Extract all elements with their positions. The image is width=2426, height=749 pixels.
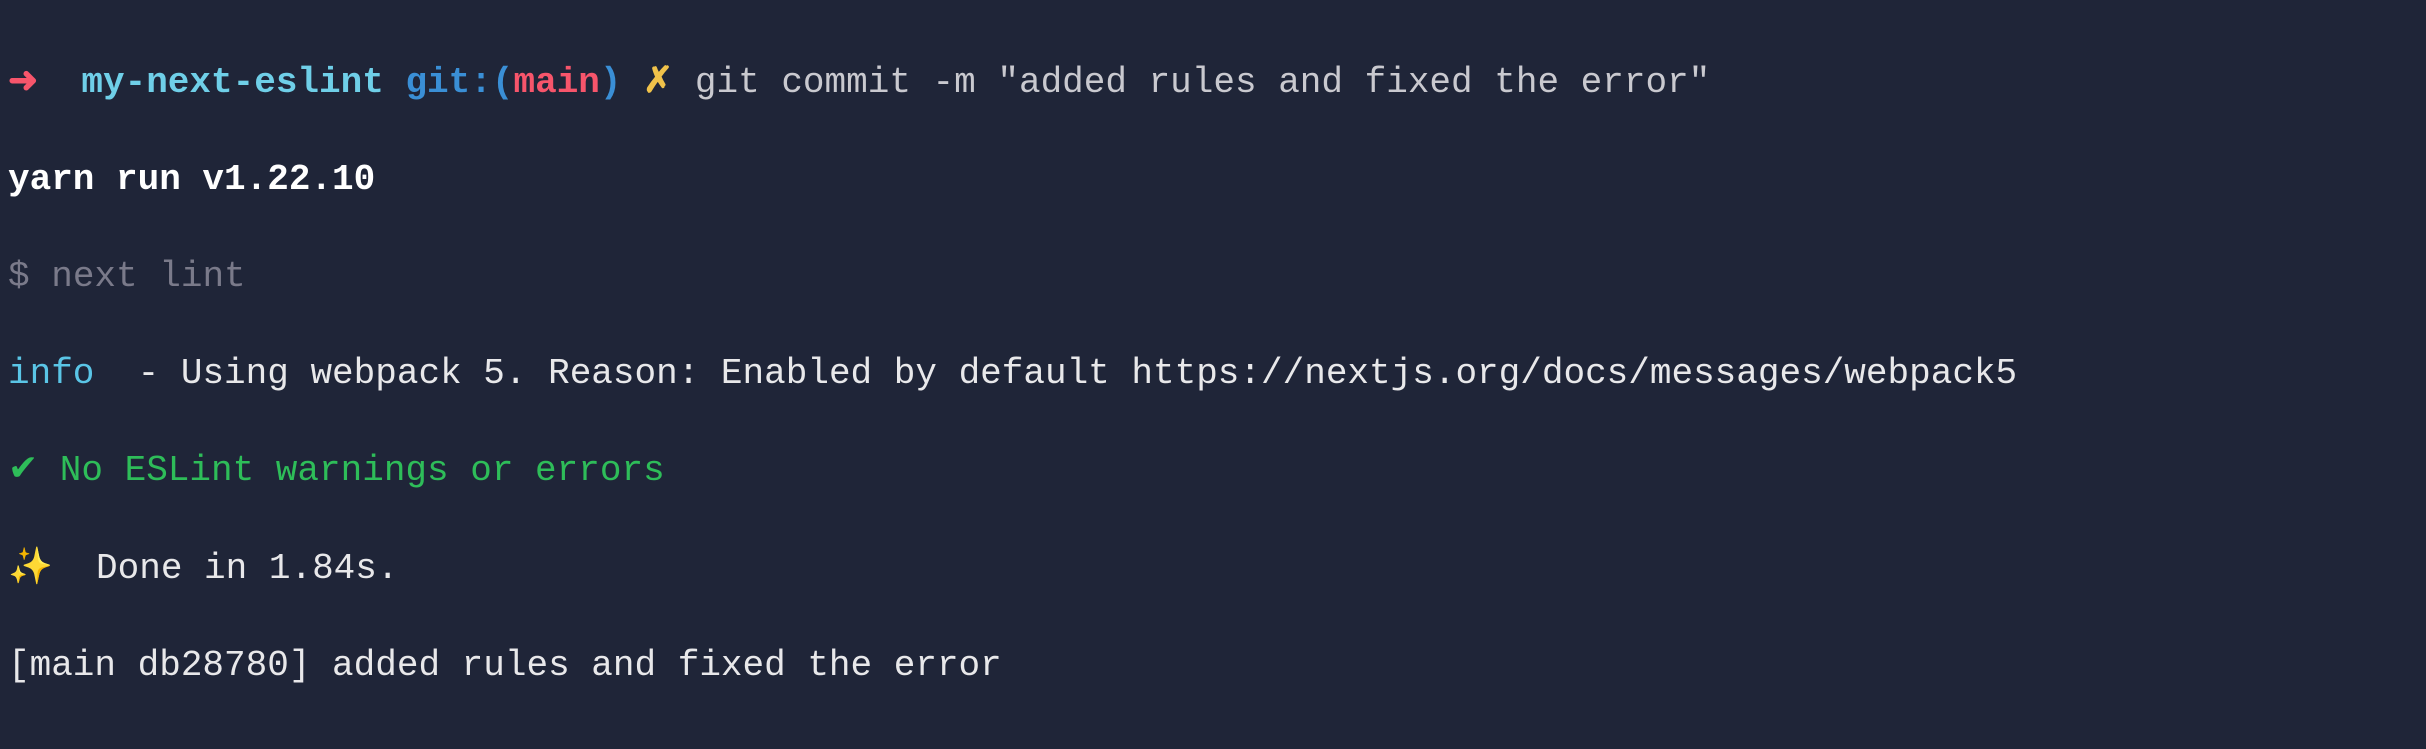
subcommand: next lint [51, 256, 245, 297]
check-icon: ✔ [8, 450, 38, 491]
commit-result: [main db28780] added rules and fixed the… [8, 645, 1002, 686]
project-name: my-next-eslint [81, 62, 383, 103]
git-paren-close: ) [600, 62, 622, 103]
eslint-success-text: No ESLint warnings or errors [38, 450, 665, 491]
git-branch: main [513, 62, 599, 103]
terminal-output: ➜ my-next-eslint git:(main) ✗ git commit… [0, 0, 2426, 749]
info-text: - Using webpack 5. Reason: Enabled by de… [94, 353, 2017, 394]
done-text: Done in 1.84s. [53, 548, 399, 589]
prompt-arrow-icon: ➜ [8, 62, 38, 103]
git-paren-open: ( [492, 62, 514, 103]
info-label: info [8, 353, 94, 394]
git-label: git: [405, 62, 491, 103]
prompt-line[interactable]: ➜ my-next-eslint git:(main) ✗ git commit… [8, 59, 2418, 108]
subcommand-prefix: $ [8, 256, 51, 297]
yarn-run-line: yarn run v1.22.10 [8, 159, 375, 200]
sparkle-icon: ✨ [8, 548, 53, 589]
shell-command: git commit -m "added rules and fixed the… [695, 62, 1710, 103]
dirty-mark-icon: ✗ [643, 62, 673, 103]
